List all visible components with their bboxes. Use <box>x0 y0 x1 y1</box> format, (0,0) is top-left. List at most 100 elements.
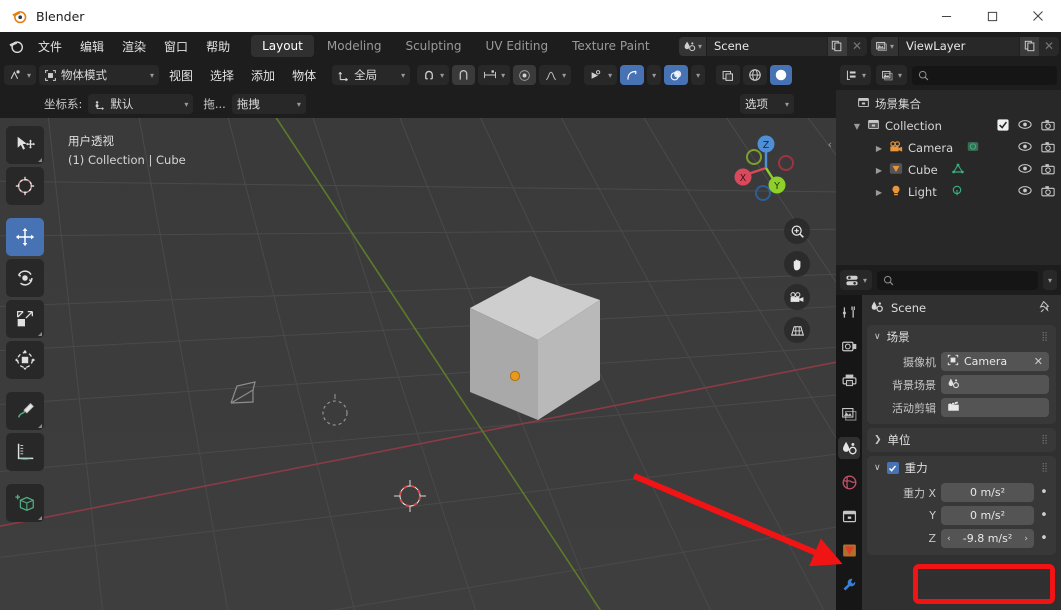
viewport-menu-select[interactable]: 选择 <box>203 65 241 86</box>
collection-tab[interactable] <box>838 505 860 527</box>
eye-icon[interactable] <box>1018 185 1032 199</box>
tab-sculpting[interactable]: Sculpting <box>394 35 472 57</box>
snap-magnet-icon[interactable] <box>452 65 476 85</box>
viewport-menu-object[interactable]: 物体 <box>285 65 323 86</box>
proportional-editing-icon[interactable] <box>513 65 537 85</box>
expand-arrow[interactable]: ▼ <box>852 122 862 131</box>
viewport-menu-view[interactable]: 视图 <box>162 65 200 86</box>
expand-arrow[interactable]: ▶ <box>874 166 884 175</box>
camera-object[interactable] <box>225 368 285 414</box>
decrement-arrow[interactable]: ‹ <box>947 534 951 544</box>
rotate-tool[interactable] <box>6 259 44 297</box>
light-data-icon[interactable] <box>950 184 964 200</box>
drag-dots[interactable]: ⣿ <box>1041 463 1049 473</box>
background-scene-field[interactable] <box>941 375 1049 394</box>
zoom-icon[interactable] <box>784 218 810 244</box>
close-button[interactable] <box>1015 0 1061 32</box>
3d-viewport[interactable]: 用户透视 (1) Collection | Cube Z X Y ‹ <box>0 118 836 610</box>
outliner-row-light[interactable]: ▶ Light <box>836 181 1061 203</box>
gizmo-icon[interactable] <box>620 65 645 85</box>
add-cube-tool[interactable] <box>6 484 44 522</box>
sidebar-collapse-icon[interactable]: ‹ <box>828 138 832 151</box>
viewlayer-datablock[interactable]: ▾ ViewLayer ✕ <box>870 36 1059 56</box>
properties-options-dropdown[interactable]: ▾ <box>1042 270 1057 290</box>
mode-selector[interactable]: 物体模式 ▾ <box>39 65 160 85</box>
blender-menu-icon[interactable] <box>3 33 29 59</box>
move-tool[interactable] <box>6 218 44 256</box>
overlays-options[interactable]: ▾ <box>691 65 706 85</box>
viewlayer-name[interactable]: ViewLayer <box>899 39 1019 53</box>
tab-texture-paint[interactable]: Texture Paint <box>561 35 660 57</box>
menu-edit[interactable]: 编辑 <box>71 35 113 58</box>
animate-z-dot[interactable]: • <box>1039 531 1049 546</box>
light-object[interactable] <box>315 393 355 433</box>
increment-arrow[interactable]: › <box>1024 534 1028 544</box>
cursor-tool[interactable] <box>6 167 44 205</box>
snap-toggle[interactable]: ▾ <box>417 65 450 85</box>
object-tab[interactable] <box>838 539 860 561</box>
clear-camera-button[interactable]: ✕ <box>1034 355 1043 368</box>
chevron-right-icon[interactable]: ❯ <box>874 435 882 445</box>
units-panel-header[interactable]: ❯ 单位 ⣿ <box>867 428 1056 452</box>
maximize-button[interactable] <box>969 0 1015 32</box>
transform-tool[interactable] <box>6 341 44 379</box>
world-tab[interactable] <box>838 471 860 493</box>
solid-shading[interactable] <box>770 65 793 85</box>
gravity-panel-header[interactable]: ∨ 重力 ⣿ <box>867 456 1056 480</box>
camera-render-icon[interactable] <box>1041 141 1055 156</box>
outliner-row-camera[interactable]: ▶ Camera <box>836 137 1061 159</box>
drag-dots[interactable]: ⣿ <box>1041 332 1049 342</box>
scene-icon[interactable]: ▾ <box>678 36 707 56</box>
tab-layout[interactable]: Layout <box>251 35 314 57</box>
viewlayer-icon[interactable]: ▾ <box>870 36 899 56</box>
menu-file[interactable]: 文件 <box>29 35 71 58</box>
camera-data-sub-icon[interactable] <box>966 140 980 156</box>
outliner-search-input[interactable] <box>912 65 1057 85</box>
coordinate-system-selector[interactable]: 默认 ▾ <box>88 94 194 114</box>
options-dropdown[interactable]: 选项 ▾ <box>740 94 794 114</box>
overlays-icon[interactable] <box>664 65 689 85</box>
gizmo-options[interactable]: ▾ <box>647 65 662 85</box>
outliner-row-scene-collection[interactable]: 场景集合 <box>836 93 1061 115</box>
outliner-row-cube[interactable]: ▶ Cube <box>836 159 1061 181</box>
mesh-data-icon[interactable] <box>951 162 965 178</box>
camera-render-icon[interactable] <box>1041 163 1055 178</box>
gravity-y-field[interactable]: 0 m/s² <box>941 506 1034 525</box>
visibility-icon[interactable]: ▾ <box>584 65 618 85</box>
scene-panel-header[interactable]: ∨ 场景 ⣿ <box>867 325 1056 349</box>
cube-object[interactable] <box>420 248 680 468</box>
checkbox-toggle[interactable] <box>997 118 1009 134</box>
eye-icon[interactable] <box>1018 141 1032 155</box>
outliner-row-collection[interactable]: ▼ Collection <box>836 115 1061 137</box>
snap-options[interactable]: ▾ <box>478 65 511 85</box>
chevron-down-icon[interactable]: ∨ <box>874 463 881 473</box>
drag-dots[interactable]: ⣿ <box>1041 435 1049 445</box>
unlink-scene-button[interactable]: ✕ <box>847 37 867 56</box>
tool-tab[interactable] <box>838 301 860 323</box>
eye-icon[interactable] <box>1018 119 1032 133</box>
chevron-down-icon[interactable]: ∨ <box>874 332 881 342</box>
gravity-z-field[interactable]: ‹ -9.8 m/s² › <box>941 529 1034 548</box>
expand-arrow[interactable]: ▶ <box>874 144 884 153</box>
annotate-tool[interactable] <box>6 392 44 430</box>
eye-icon[interactable] <box>1018 163 1032 177</box>
render-tab[interactable] <box>838 335 860 357</box>
proportional-falloff-icon[interactable]: ▾ <box>539 65 572 85</box>
expand-arrow[interactable]: ▶ <box>874 188 884 197</box>
animate-y-dot[interactable]: • <box>1039 508 1049 523</box>
scene-datablock[interactable]: ▾ Scene ✕ <box>678 36 867 56</box>
measure-tool[interactable] <box>6 433 44 471</box>
scale-tool[interactable] <box>6 300 44 338</box>
new-viewlayer-button[interactable] <box>1019 36 1039 56</box>
remove-viewlayer-button[interactable]: ✕ <box>1039 37 1059 56</box>
viewport-menu-add[interactable]: 添加 <box>244 65 282 86</box>
viewlayer-tab[interactable] <box>838 403 860 425</box>
gravity-checkbox[interactable] <box>886 462 899 474</box>
editor-type-icon[interactable]: ▾ <box>4 65 37 85</box>
tweak-select-tool[interactable] <box>6 126 44 164</box>
minimize-button[interactable] <box>923 0 969 32</box>
modifier-tab[interactable] <box>838 573 860 595</box>
output-tab[interactable] <box>838 369 860 391</box>
xray-icon[interactable] <box>716 65 741 85</box>
scene-tab[interactable] <box>838 437 860 459</box>
